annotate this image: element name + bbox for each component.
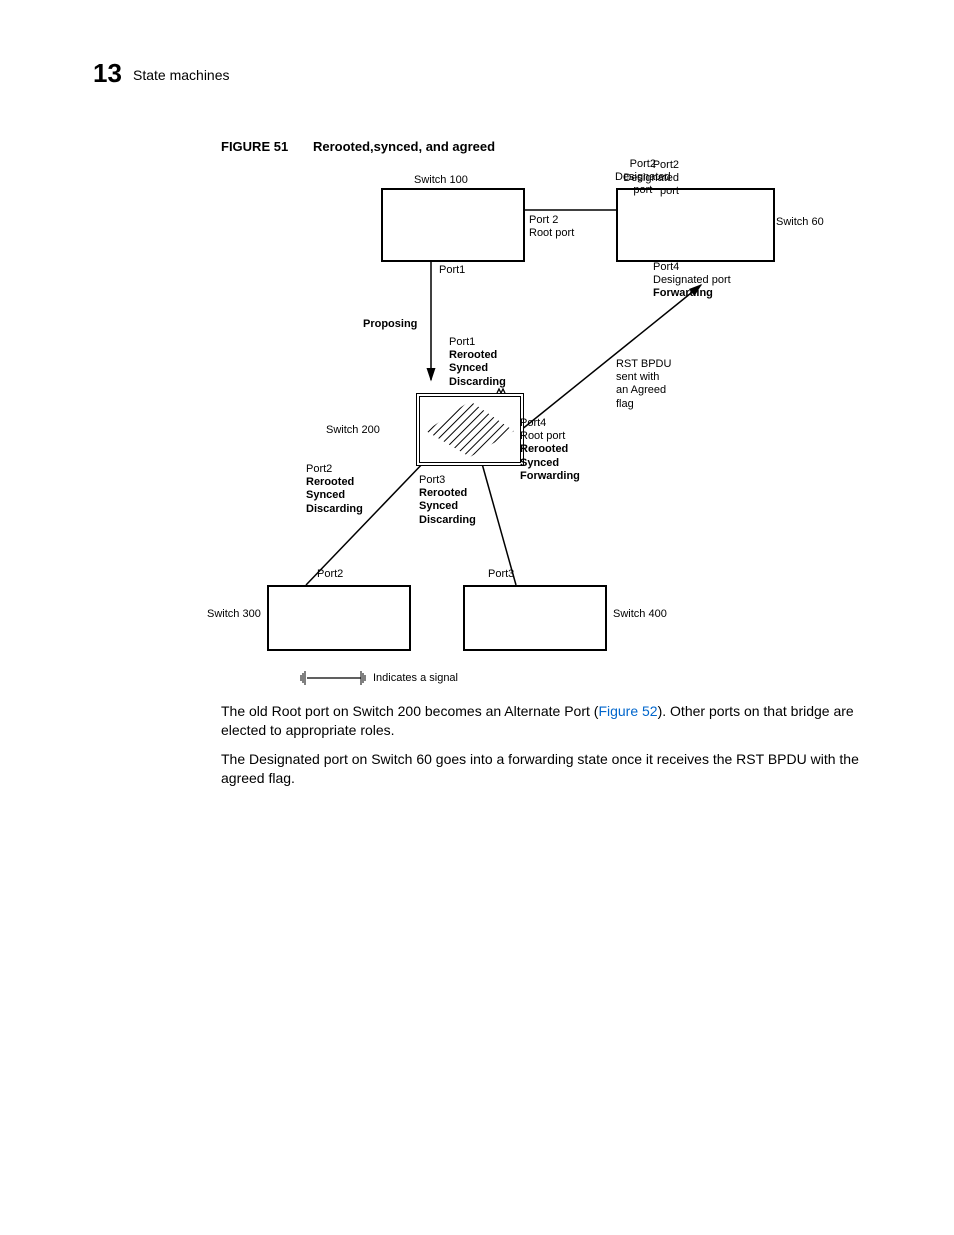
switch300-label: Switch 300 [207,608,261,621]
paragraph-2: The Designated port on Switch 60 goes in… [221,750,901,788]
switch400-box [463,585,607,651]
port1-rerooted-label: Port1RerootedSyncedDiscarding [449,336,506,389]
paragraph-1: The old Root port on Switch 200 becomes … [221,702,901,740]
port2-root-label: Port 2Root port [529,214,574,240]
switch100-label: Switch 100 [414,174,468,187]
port3-rerooted-label: Port3RerootedSyncedDiscarding [419,474,476,527]
switch200-label: Switch 200 [326,424,380,437]
port4-desig-fwd-label: Port4Designated portForwarding [653,261,731,301]
switch60-label: Switch 60 [776,216,824,229]
port2-rerooted-label: Port2RerootedSyncedDiscarding [306,463,363,516]
switch200-box [416,393,524,466]
chapter-number: 13 [93,58,122,89]
diagram: Switch 100 Switch 60 Port2Designatedport… [221,160,921,690]
port1-top-label: Port1 [439,264,465,277]
switch100-box [381,188,525,262]
figure-52-link[interactable]: Figure 52 [598,703,657,719]
switch300-box [267,585,411,651]
switch60-box [616,188,775,262]
rst-bpdu-label: RST BPDUsent withan Agreedflag [616,358,671,411]
chapter-title: State machines [133,67,230,83]
port3-bottom-label: Port3 [488,568,514,581]
port4-root-label: Port4Root portRerootedSyncedForwarding [520,417,580,483]
port2-designated-text: Port2Designatedport [615,158,671,198]
figure-title: Rerooted,synced, and agreed [313,139,495,154]
figure-label: FIGURE 51 [221,139,288,154]
legend-text: Indicates a signal [373,672,458,685]
page: 13 State machines FIGURE 51 Rerooted,syn… [0,0,954,1235]
proposing-label: Proposing [363,318,417,331]
switch400-label: Switch 400 [613,608,667,621]
port2-bottom-label: Port2 [317,568,343,581]
